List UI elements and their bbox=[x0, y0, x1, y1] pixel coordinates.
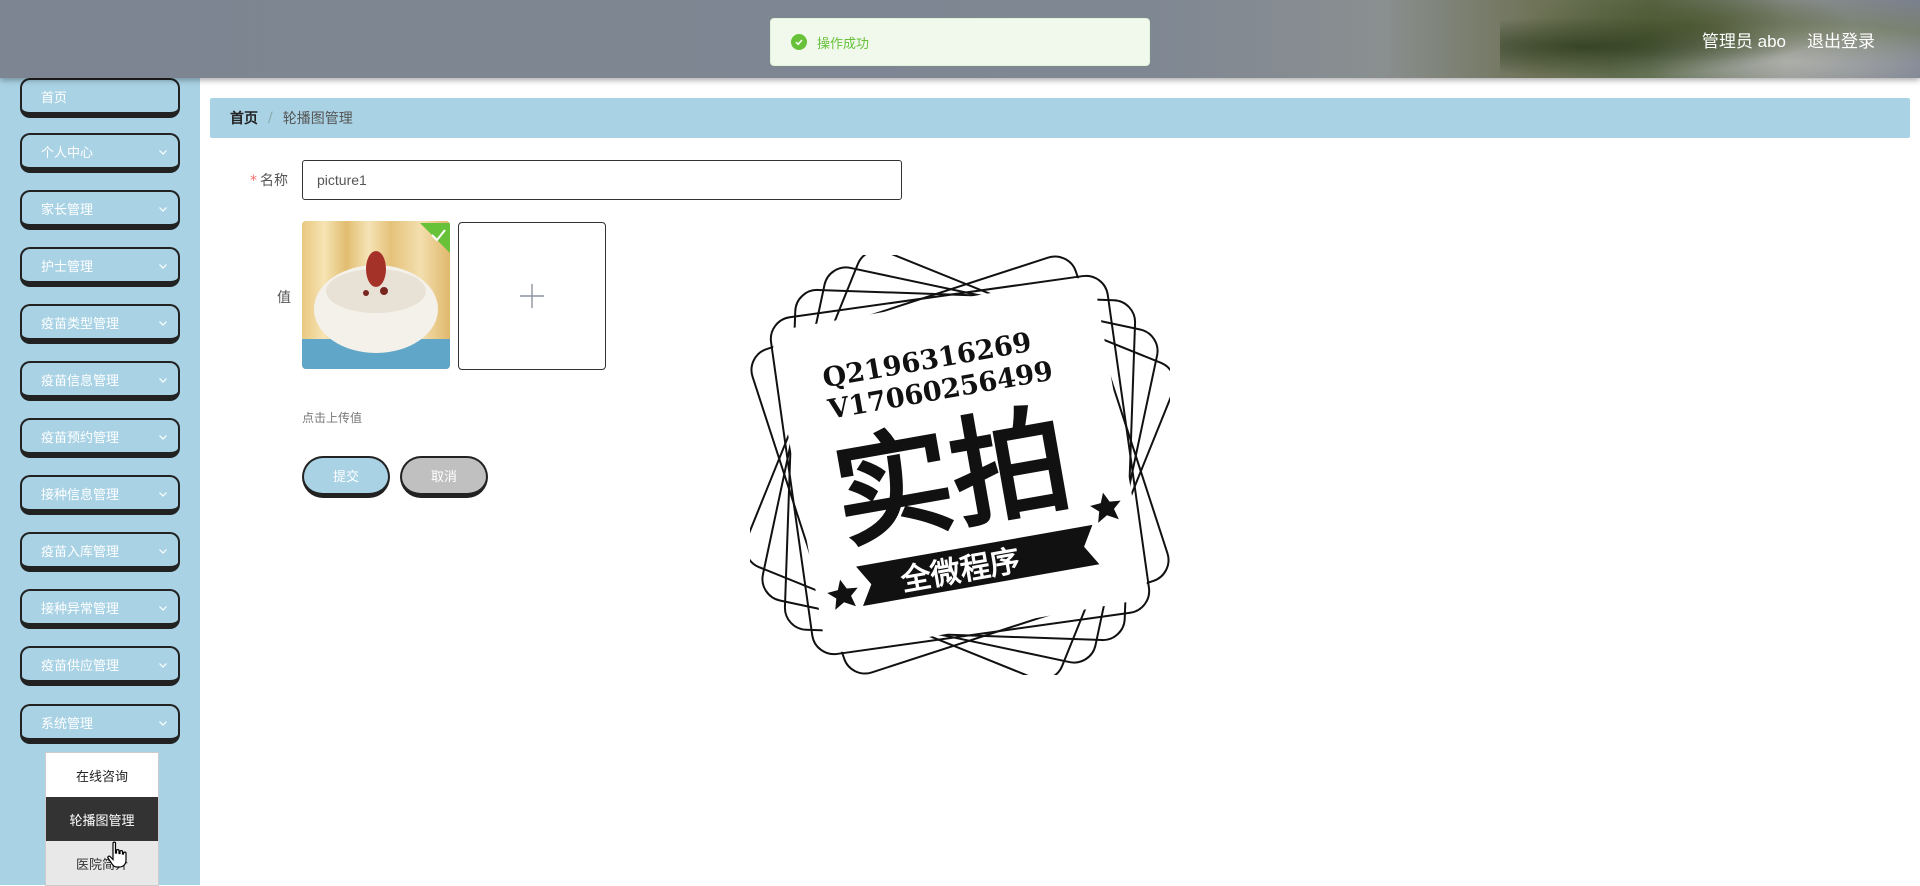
submenu-item-carousel-management[interactable]: 轮播图管理 bbox=[46, 797, 158, 841]
success-check-icon bbox=[791, 34, 807, 50]
sidebar-item-label: 疫苗入库管理 bbox=[41, 544, 120, 560]
submit-button[interactable]: 提交 bbox=[302, 456, 390, 498]
logout-link[interactable]: 退出登录 bbox=[1807, 27, 1875, 52]
chevron-down-icon bbox=[159, 264, 167, 269]
sidebar-item-label: 首页 bbox=[41, 90, 68, 106]
toast-message: 操作成功 bbox=[817, 36, 870, 52]
chevron-down-icon bbox=[159, 378, 167, 383]
name-input[interactable] bbox=[302, 160, 902, 200]
sidebar-item-parent-management[interactable]: 家长管理 bbox=[20, 190, 180, 230]
image-upload-button[interactable] bbox=[458, 222, 606, 370]
chevron-down-icon bbox=[159, 663, 167, 668]
watermark-stamp: Q2196316269 V17060256499 实拍 全微程序 bbox=[744, 249, 1176, 681]
sidebar-item-system-management[interactable]: 系统管理 bbox=[20, 704, 180, 744]
sidebar-item-personal-center[interactable]: 个人中心 bbox=[20, 133, 180, 173]
chevron-down-icon bbox=[159, 721, 167, 726]
breadcrumb-home[interactable]: 首页 bbox=[230, 108, 258, 128]
success-toast: 操作成功 bbox=[770, 18, 1150, 66]
watermark-stamp-graphic: Q2196316269 V17060256499 实拍 全微程序 bbox=[744, 249, 1176, 681]
system-management-submenu: 在线咨询 轮播图管理 医院简介 bbox=[45, 752, 159, 886]
uploaded-image-thumbnail[interactable] bbox=[302, 221, 450, 369]
sidebar-item-vaccine-stock-management[interactable]: 疫苗入库管理 bbox=[20, 532, 180, 572]
chevron-down-icon bbox=[159, 321, 167, 326]
sidebar-item-label: 系统管理 bbox=[41, 716, 94, 732]
breadcrumb-separator: / bbox=[268, 110, 273, 126]
chevron-down-icon bbox=[159, 150, 167, 155]
chevron-down-icon bbox=[159, 606, 167, 611]
breadcrumb: 首页 / 轮播图管理 bbox=[210, 98, 1910, 138]
current-user-label: 管理员 abo bbox=[1701, 32, 1786, 51]
sidebar-item-label: 疫苗供应管理 bbox=[41, 658, 120, 674]
sidebar-item-label: 接种异常管理 bbox=[41, 601, 120, 617]
sidebar-item-label: 个人中心 bbox=[41, 145, 94, 161]
hand-cursor-icon bbox=[107, 841, 127, 868]
sidebar-item-label: 护士管理 bbox=[41, 259, 94, 275]
value-field-label: 值 bbox=[277, 290, 291, 306]
chevron-down-icon bbox=[159, 207, 167, 212]
sidebar-item-vaccination-exception-management[interactable]: 接种异常管理 bbox=[20, 589, 180, 629]
cancel-button[interactable]: 取消 bbox=[400, 456, 488, 498]
chevron-down-icon bbox=[159, 435, 167, 440]
chevron-down-icon bbox=[159, 549, 167, 554]
name-field-label: * 名称 bbox=[250, 170, 288, 190]
upload-tip: 点击上传值 bbox=[302, 411, 363, 425]
name-label-text: 名称 bbox=[260, 173, 288, 189]
sidebar-item-label: 接种信息管理 bbox=[41, 487, 120, 503]
sidebar-item-vaccine-supply-management[interactable]: 疫苗供应管理 bbox=[20, 646, 180, 686]
sidebar-item-label: 家长管理 bbox=[41, 202, 94, 218]
sidebar-item-label: 疫苗信息管理 bbox=[41, 373, 120, 389]
submenu-item-online-consult[interactable]: 在线咨询 bbox=[46, 753, 158, 797]
submenu-item-hospital-intro[interactable]: 医院简介 bbox=[46, 841, 158, 885]
breadcrumb-current: 轮播图管理 bbox=[282, 111, 353, 127]
sidebar-item-vaccine-appointment-management[interactable]: 疫苗预约管理 bbox=[20, 418, 180, 458]
sidebar-item-vaccination-info-management[interactable]: 接种信息管理 bbox=[20, 475, 180, 515]
chevron-down-icon bbox=[159, 492, 167, 497]
sidebar-item-nurse-management[interactable]: 护士管理 bbox=[20, 247, 180, 287]
required-mark: * bbox=[250, 173, 257, 189]
plus-icon bbox=[520, 284, 544, 308]
sidebar-item-home[interactable]: 首页 bbox=[20, 78, 180, 118]
uploaded-image bbox=[302, 221, 450, 369]
sidebar-item-vaccine-type-management[interactable]: 疫苗类型管理 bbox=[20, 304, 180, 344]
sidebar-item-label: 疫苗类型管理 bbox=[41, 316, 120, 332]
sidebar-item-vaccine-info-management[interactable]: 疫苗信息管理 bbox=[20, 361, 180, 401]
sidebar-item-label: 疫苗预约管理 bbox=[41, 430, 120, 446]
